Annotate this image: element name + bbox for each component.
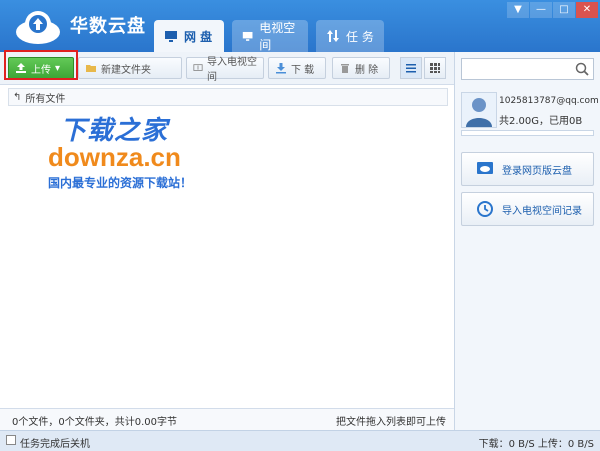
- storage-quota: 共2.00G，已用0B: [499, 116, 583, 127]
- tab-label: 电视空间: [259, 21, 296, 52]
- upload-highlight: [4, 50, 78, 80]
- download-button[interactable]: 下 载: [268, 57, 326, 79]
- history-icon: [477, 201, 493, 217]
- breadcrumb-label: 所有文件: [25, 93, 66, 105]
- minimize-button[interactable]: —: [530, 2, 552, 18]
- tab-tv-space[interactable]: 电视空间: [232, 20, 308, 52]
- import-icon: [193, 64, 203, 71]
- title-bar: 华数云盘 网 盘 电视空间 任 务 ▼ — □ ✕: [0, 0, 600, 52]
- tab-label: 任 务: [346, 29, 374, 44]
- maximize-button[interactable]: □: [553, 2, 575, 18]
- watermark-domain: downza.cn: [48, 142, 181, 172]
- user-avatar-icon: [466, 98, 492, 127]
- watermark-slogan: 国内最专业的资源下载站！: [48, 176, 193, 190]
- avatar: [461, 92, 497, 128]
- trash-icon: [341, 64, 349, 73]
- close-button[interactable]: ✕: [576, 2, 598, 18]
- import-tv-record-button[interactable]: 导入电视空间记录: [461, 192, 594, 226]
- storage-progress-bar: [461, 130, 594, 136]
- tab-label: 网 盘: [184, 29, 213, 44]
- transfer-speed: 下载：0 B/S 上传：0 B/S: [478, 439, 594, 450]
- transfer-arrows-icon: [327, 30, 339, 42]
- bottom-status-bar: 任务完成后关机 下载：0 B/S 上传：0 B/S: [0, 430, 600, 451]
- menu-button[interactable]: ▼: [507, 2, 529, 18]
- import-tv-button[interactable]: 导入电视空间: [186, 57, 264, 83]
- drag-hint: 把文件拖入列表即可上传: [336, 417, 446, 428]
- cloud-monitor-icon: [477, 162, 493, 174]
- grid-view-toggle[interactable]: [424, 57, 446, 79]
- search-input[interactable]: [466, 59, 580, 79]
- new-folder-button[interactable]: 新建文件夹: [78, 57, 182, 79]
- back-arrow-icon: ↰: [13, 91, 22, 103]
- file-summary: 0个文件，0个文件夹，共计0.00字节: [12, 417, 177, 428]
- file-status-bar: 0个文件，0个文件夹，共计0.00字节 把文件拖入列表即可上传: [0, 408, 454, 431]
- delete-button[interactable]: 删 除: [332, 57, 390, 79]
- list-view-icon: [406, 64, 416, 73]
- user-email: 1025813787@qq.com: [499, 96, 599, 106]
- web-login-button[interactable]: 登录网页版云盘: [461, 152, 594, 186]
- download-icon: [276, 63, 286, 74]
- tab-cloud-disk[interactable]: 网 盘: [154, 20, 224, 52]
- tv-icon: [242, 31, 253, 41]
- cloud-logo-icon: [16, 11, 60, 44]
- tab-tasks[interactable]: 任 务: [316, 20, 384, 52]
- shutdown-label: 任务完成后关机: [20, 439, 90, 450]
- window-controls: ▼ — □ ✕: [507, 2, 598, 18]
- breadcrumb[interactable]: ↰ 所有文件: [8, 88, 448, 106]
- list-view-toggle[interactable]: [400, 57, 422, 79]
- grid-view-icon: [430, 63, 440, 73]
- folder-icon: [86, 65, 96, 72]
- user-panel: 1025813787@qq.com 共2.00G，已用0B: [461, 90, 599, 142]
- file-panel: 上传 ▾ 新建文件夹 导入电视空间 下 载 删 除 ↰ 所有文件 下载之家 do: [0, 52, 455, 431]
- side-panel: 1025813787@qq.com 共2.00G，已用0B 登录网页版云盘 导入…: [455, 52, 600, 430]
- search-icon[interactable]: [575, 62, 589, 76]
- shutdown-checkbox[interactable]: [6, 435, 16, 445]
- search-box: [461, 58, 594, 80]
- app-title: 华数云盘: [70, 16, 146, 37]
- monitor-icon: [165, 31, 177, 42]
